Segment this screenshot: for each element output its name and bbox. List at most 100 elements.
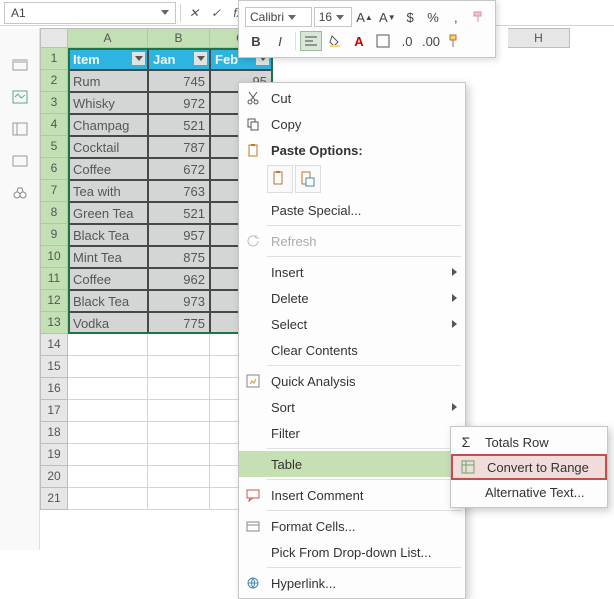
menu-clear-contents[interactable]: Clear Contents bbox=[239, 337, 465, 363]
pane-icon-3[interactable] bbox=[12, 122, 28, 136]
row-header[interactable]: 19 bbox=[40, 444, 68, 466]
cancel-icon[interactable]: ✕ bbox=[185, 4, 203, 22]
decrease-decimal-icon[interactable]: .0 bbox=[396, 31, 418, 51]
cell-jan[interactable]: 521 bbox=[148, 202, 210, 224]
row-header[interactable]: 18 bbox=[40, 422, 68, 444]
row-header[interactable]: 5 bbox=[40, 136, 68, 158]
row-header[interactable]: 15 bbox=[40, 356, 68, 378]
menu-filter[interactable]: Filter bbox=[239, 420, 465, 446]
cell-jan[interactable]: 745 bbox=[148, 70, 210, 92]
font-color-icon[interactable]: A bbox=[348, 31, 370, 51]
menu-cut[interactable]: Cut bbox=[239, 85, 465, 111]
cell-item[interactable]: Coffee bbox=[68, 158, 148, 180]
menu-hyperlink[interactable]: Hyperlink... bbox=[239, 570, 465, 596]
cell-jan[interactable]: 672 bbox=[148, 158, 210, 180]
menu-insert-comment[interactable]: Insert Comment bbox=[239, 482, 465, 508]
cell-item[interactable]: Tea with bbox=[68, 180, 148, 202]
cell-item[interactable]: Whisky bbox=[68, 92, 148, 114]
currency-icon[interactable]: $ bbox=[400, 7, 421, 27]
comma-icon[interactable]: , bbox=[445, 7, 466, 27]
row-header[interactable]: 4 bbox=[40, 114, 68, 136]
menu-paste-special[interactable]: Paste Special... bbox=[239, 197, 465, 223]
table-header-jan[interactable]: Jan bbox=[148, 48, 210, 70]
cell-jan[interactable]: 775 bbox=[148, 312, 210, 334]
menu-insert[interactable]: Insert bbox=[239, 259, 465, 285]
menu-sort[interactable]: Sort bbox=[239, 394, 465, 420]
cell-item[interactable]: Coffee bbox=[68, 268, 148, 290]
pane-icon-1[interactable] bbox=[12, 58, 28, 72]
cell-item[interactable]: Champag bbox=[68, 114, 148, 136]
fill-color-icon[interactable] bbox=[324, 31, 346, 51]
menu-delete[interactable]: Delete bbox=[239, 285, 465, 311]
font-combo[interactable]: Calibri bbox=[245, 7, 312, 27]
paint-format-icon[interactable] bbox=[468, 7, 489, 27]
cell-item[interactable]: Black Tea bbox=[68, 224, 148, 246]
cell-jan[interactable]: 521 bbox=[148, 114, 210, 136]
pane-icon-2[interactable] bbox=[12, 90, 28, 104]
row-header[interactable]: 10 bbox=[40, 246, 68, 268]
enter-icon[interactable]: ✓ bbox=[207, 4, 225, 22]
paste-option-2[interactable] bbox=[295, 165, 321, 193]
bold-icon[interactable]: B bbox=[245, 31, 267, 51]
row-header[interactable]: 11 bbox=[40, 268, 68, 290]
align-icon[interactable] bbox=[300, 31, 322, 51]
row-header[interactable]: 2 bbox=[40, 70, 68, 92]
row-header[interactable]: 7 bbox=[40, 180, 68, 202]
percent-icon[interactable]: % bbox=[423, 7, 444, 27]
decrease-font-icon[interactable]: A▼ bbox=[377, 7, 398, 27]
row-header[interactable]: 3 bbox=[40, 92, 68, 114]
cell-jan[interactable]: 787 bbox=[148, 136, 210, 158]
cell-jan[interactable]: 962 bbox=[148, 268, 210, 290]
cell-item[interactable]: Green Tea bbox=[68, 202, 148, 224]
filter-button[interactable] bbox=[131, 51, 146, 66]
row-header[interactable]: 12 bbox=[40, 290, 68, 312]
borders-icon[interactable] bbox=[372, 31, 394, 51]
row-header[interactable]: 8 bbox=[40, 202, 68, 224]
row-header[interactable]: 21 bbox=[40, 488, 68, 510]
filter-button[interactable] bbox=[193, 51, 208, 66]
submenu-convert-to-range[interactable]: Convert to Range bbox=[451, 454, 607, 480]
cell-item[interactable]: Vodka bbox=[68, 312, 148, 334]
row-header[interactable]: 17 bbox=[40, 400, 68, 422]
row-header[interactable]: 6 bbox=[40, 158, 68, 180]
row-header[interactable]: 9 bbox=[40, 224, 68, 246]
menu-format-cells[interactable]: Format Cells... bbox=[239, 513, 465, 539]
italic-icon[interactable]: I bbox=[269, 31, 291, 51]
row-header[interactable]: 16 bbox=[40, 378, 68, 400]
table-header-item[interactable]: Item bbox=[68, 48, 148, 70]
format-painter-icon[interactable] bbox=[444, 31, 466, 51]
name-box[interactable]: A1 bbox=[4, 2, 176, 24]
menu-copy[interactable]: Copy bbox=[239, 111, 465, 137]
row-header[interactable]: 14 bbox=[40, 334, 68, 356]
row-header[interactable]: 13 bbox=[40, 312, 68, 334]
menu-quick-analysis[interactable]: Quick Analysis bbox=[239, 368, 465, 394]
cell-item[interactable]: Black Tea bbox=[68, 290, 148, 312]
col-header-a[interactable]: A bbox=[68, 28, 148, 48]
name-box-dropdown-icon[interactable] bbox=[161, 10, 169, 15]
submenu-alt-text[interactable]: Alternative Text... bbox=[451, 479, 607, 505]
row-header[interactable]: 20 bbox=[40, 466, 68, 488]
cell-item[interactable]: Rum bbox=[68, 70, 148, 92]
cell-jan[interactable]: 763 bbox=[148, 180, 210, 202]
col-header-b[interactable]: B bbox=[148, 28, 210, 48]
menu-table[interactable]: Table bbox=[239, 451, 465, 477]
pane-icon-4[interactable] bbox=[12, 154, 28, 168]
cell-jan[interactable]: 973 bbox=[148, 290, 210, 312]
cell-jan[interactable]: 957 bbox=[148, 224, 210, 246]
cell-jan[interactable]: 972 bbox=[148, 92, 210, 114]
submenu-totals-row[interactable]: Σ Totals Row bbox=[451, 429, 607, 455]
paste-option-1[interactable] bbox=[267, 165, 293, 193]
binoculars-icon[interactable] bbox=[12, 186, 28, 200]
menu-select[interactable]: Select bbox=[239, 311, 465, 337]
cell-item[interactable]: Cocktail bbox=[68, 136, 148, 158]
increase-font-icon[interactable]: A▲ bbox=[354, 7, 375, 27]
size-combo[interactable]: 16 bbox=[314, 7, 352, 27]
increase-decimal-icon[interactable]: .00 bbox=[420, 31, 442, 51]
col-header-h[interactable]: H bbox=[508, 28, 570, 48]
menu-refresh: Refresh bbox=[239, 228, 465, 254]
menu-pick-from-list[interactable]: Pick From Drop-down List... bbox=[239, 539, 465, 565]
cell-item[interactable]: Mint Tea bbox=[68, 246, 148, 268]
row-header-1[interactable]: 1 bbox=[40, 48, 68, 70]
cell-jan[interactable]: 875 bbox=[148, 246, 210, 268]
select-all-corner[interactable] bbox=[40, 28, 68, 48]
